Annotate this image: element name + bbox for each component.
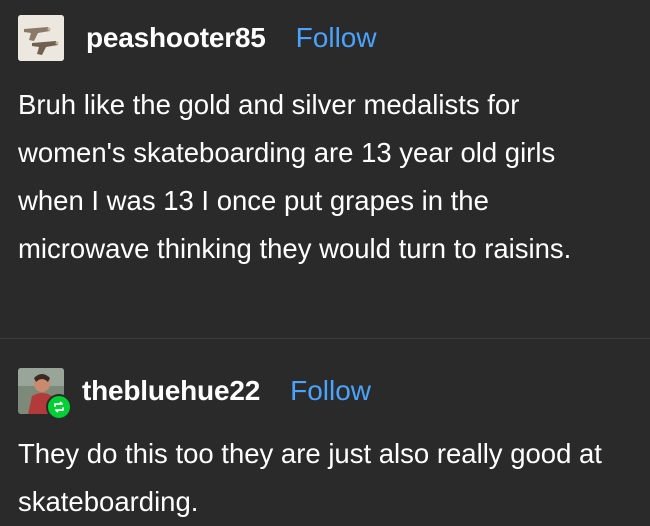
- post-header: peashooter85 Follow: [18, 14, 377, 62]
- follow-button[interactable]: Follow: [290, 375, 371, 407]
- follow-button[interactable]: Follow: [296, 22, 377, 54]
- username[interactable]: thebluehue22: [82, 375, 260, 407]
- avatar[interactable]: [18, 368, 72, 420]
- post-header: thebluehue22 Follow: [18, 367, 371, 420]
- reblog-icon: [46, 394, 72, 420]
- avatar[interactable]: [18, 15, 64, 61]
- antique-pistols-icon: [18, 15, 64, 61]
- post-body: Bruh like the gold and silver medalists …: [18, 89, 572, 264]
- post-thebluehue22: thebluehue22 Follow They do this too the…: [0, 339, 650, 526]
- post-body: They do this too they are just also real…: [18, 438, 602, 517]
- username[interactable]: peashooter85: [86, 22, 266, 54]
- post-peashooter85: peashooter85 Follow Bruh like the gold a…: [0, 0, 650, 338]
